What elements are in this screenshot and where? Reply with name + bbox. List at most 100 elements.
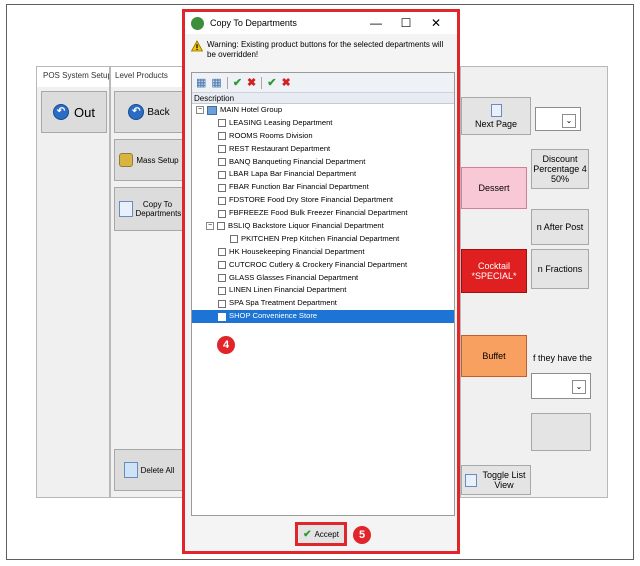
checkbox[interactable] (218, 209, 226, 218)
level-products-window: Level Products ↶ Back Mass Setup Copy To… (110, 66, 184, 498)
empty-button[interactable] (531, 413, 591, 451)
uncheck-all-icon[interactable]: ✖ (281, 76, 290, 89)
checkbox[interactable] (218, 261, 226, 270)
uncheck-icon[interactable]: ✖ (247, 76, 256, 89)
buffet-button[interactable]: Buffet (461, 335, 527, 377)
check-icon[interactable]: ✔ (233, 76, 242, 89)
back-arrow-icon: ↶ (53, 104, 70, 120)
checkbox-checked[interactable]: ✓ (218, 312, 226, 321)
fractions-button[interactable]: n Fractions (531, 249, 589, 289)
checkbox[interactable] (218, 119, 226, 128)
tree-item[interactable]: CUTCROC Cutlery & Crockery Financial Dep… (192, 259, 454, 272)
page-dropdown[interactable]: ⌄ (535, 107, 581, 131)
tree-item[interactable]: ROOMS Rooms Division (192, 130, 454, 143)
next-page-label: Next Page (474, 118, 518, 129)
chevron-down-icon: ⌄ (562, 114, 576, 128)
discount-button[interactable]: Discount Percentage 4 50% (531, 149, 589, 189)
copy-to-departments-button[interactable]: Copy To Departments (114, 187, 184, 231)
tree-item-label: PKITCHEN Prep Kitchen Financial Departme… (241, 233, 400, 243)
tree-item-label: LEASING Leasing Department (229, 117, 333, 127)
checkbox[interactable] (218, 145, 226, 154)
back-button[interactable]: ↶ Back (114, 91, 184, 133)
after-post-button[interactable]: n After Post (531, 209, 589, 245)
tree-root[interactable]: − MAIN Hotel Group (192, 104, 454, 117)
warning-text: Warning: Existing product buttons for th… (207, 40, 444, 59)
option-dropdown[interactable]: ⌄ (531, 373, 591, 399)
option-label: f they have the (533, 353, 593, 363)
next-page-button[interactable]: Next Page (461, 97, 531, 135)
delete-all-button[interactable]: Delete All (114, 449, 184, 491)
copy-icon (118, 201, 133, 217)
tree-item[interactable]: FBFREEZE Food Bulk Freezer Financial Dep… (192, 207, 454, 220)
tree-toolbar: ▦ ▦ ✔ ✖ ✔ ✖ (192, 73, 454, 93)
tree-item-label: BSLIQ Backstore Liquor Financial Departm… (228, 221, 384, 231)
minimize-icon[interactable]: — (361, 16, 391, 30)
checkbox[interactable] (218, 248, 226, 257)
checkbox[interactable] (218, 299, 226, 308)
maximize-icon[interactable]: ☐ (391, 16, 421, 30)
pos-system-setup-window: POS System Setup ↶ Out (36, 66, 110, 498)
tree-item-selected[interactable]: ✓ SHOP Convenience Store (192, 310, 454, 324)
checkbox[interactable] (218, 274, 226, 283)
tree-item[interactable]: LBAR Lapa Bar Financial Department (192, 168, 454, 181)
checkbox[interactable] (218, 183, 226, 192)
tree-item[interactable]: GLASS Glasses Financial Department (192, 272, 454, 285)
fractions-label: n Fractions (537, 264, 583, 274)
collapse-icon[interactable]: − (196, 106, 204, 115)
column-header: Description (192, 93, 454, 104)
checkbox[interactable] (217, 222, 225, 231)
delete-all-label: Delete All (140, 465, 175, 475)
checkbox[interactable] (218, 132, 226, 141)
tree-item-label: HK Housekeeping Financial Department (229, 246, 365, 256)
cocktail-special-button[interactable]: Cocktail *SPECIAL* (461, 249, 527, 293)
dialog-titlebar: Copy To Departments — ☐ ✕ (185, 12, 457, 34)
checkbox[interactable] (218, 286, 226, 295)
mass-setup-label: Mass Setup (136, 155, 179, 165)
accept-button[interactable]: ✔ Accept (295, 522, 347, 546)
tree-item[interactable]: REST Restaurant Department (192, 143, 454, 156)
toolbar-separator (261, 76, 263, 89)
tree-item-label: CUTCROC Cutlery & Crockery Financial Dep… (229, 259, 408, 269)
after-post-label: n After Post (536, 222, 584, 232)
tree-item[interactable]: LEASING Leasing Department (192, 117, 454, 130)
tree-item[interactable]: − BSLIQ Backstore Liquor Financial Depart… (192, 220, 454, 233)
toggle-list-view-label: Toggle List View (482, 470, 526, 490)
copy-to-departments-dialog: Copy To Departments — ☐ ✕ Warning: Exist… (182, 9, 460, 554)
tree-item[interactable]: FDSTORE Food Dry Store Financial Departm… (192, 194, 454, 207)
tree-item[interactable]: HK Housekeeping Financial Department (192, 246, 454, 259)
check-all-icon[interactable]: ✔ (267, 76, 276, 89)
checkbox[interactable] (218, 170, 226, 179)
toolbar-separator (226, 76, 228, 89)
dessert-button[interactable]: Dessert (461, 167, 527, 209)
discount-label: Discount Percentage 4 50% (533, 154, 587, 184)
out-label: Out (74, 104, 95, 120)
tree-item[interactable]: PKITCHEN Prep Kitchen Financial Departme… (192, 233, 454, 246)
tree-item-label: SHOP Convenience Store (229, 311, 318, 321)
step-5-badge: 5 (353, 526, 371, 544)
close-icon[interactable]: ✕ (421, 16, 451, 30)
tree-item[interactable]: LINEN Linen Financial Department (192, 284, 454, 297)
toggle-list-view-button[interactable]: Toggle List View (461, 465, 531, 495)
tree-item[interactable]: BANQ Banqueting Financial Department (192, 156, 454, 169)
list-icon (465, 473, 477, 487)
tree-item-label: REST Restaurant Department (229, 143, 331, 153)
app-icon (191, 16, 204, 30)
page-icon (490, 103, 502, 117)
checkbox[interactable] (218, 196, 226, 205)
tree-item-label: FDSTORE Food Dry Store Financial Departm… (229, 195, 394, 205)
checkbox[interactable] (230, 235, 238, 244)
window-title: POS System Setup (37, 67, 109, 87)
collapse-all-icon[interactable]: ▦ (211, 76, 221, 89)
checkbox[interactable] (218, 158, 226, 166)
tree-item[interactable]: FBAR Function Bar Financial Department (192, 181, 454, 194)
chevron-down-icon: ⌄ (572, 380, 586, 394)
buffet-label: Buffet (482, 351, 506, 361)
copy-to-departments-label: Copy To Departments (135, 200, 182, 218)
collapse-icon[interactable]: − (206, 222, 214, 231)
tree-item[interactable]: SPA Spa Treatment Department (192, 297, 454, 310)
window-title: Level Products (111, 67, 183, 87)
mass-setup-button[interactable]: Mass Setup (114, 139, 184, 181)
out-button[interactable]: ↶ Out (41, 91, 107, 133)
expand-all-icon[interactable]: ▦ (196, 76, 206, 89)
tree-item-label: LINEN Linen Financial Department (229, 285, 347, 295)
